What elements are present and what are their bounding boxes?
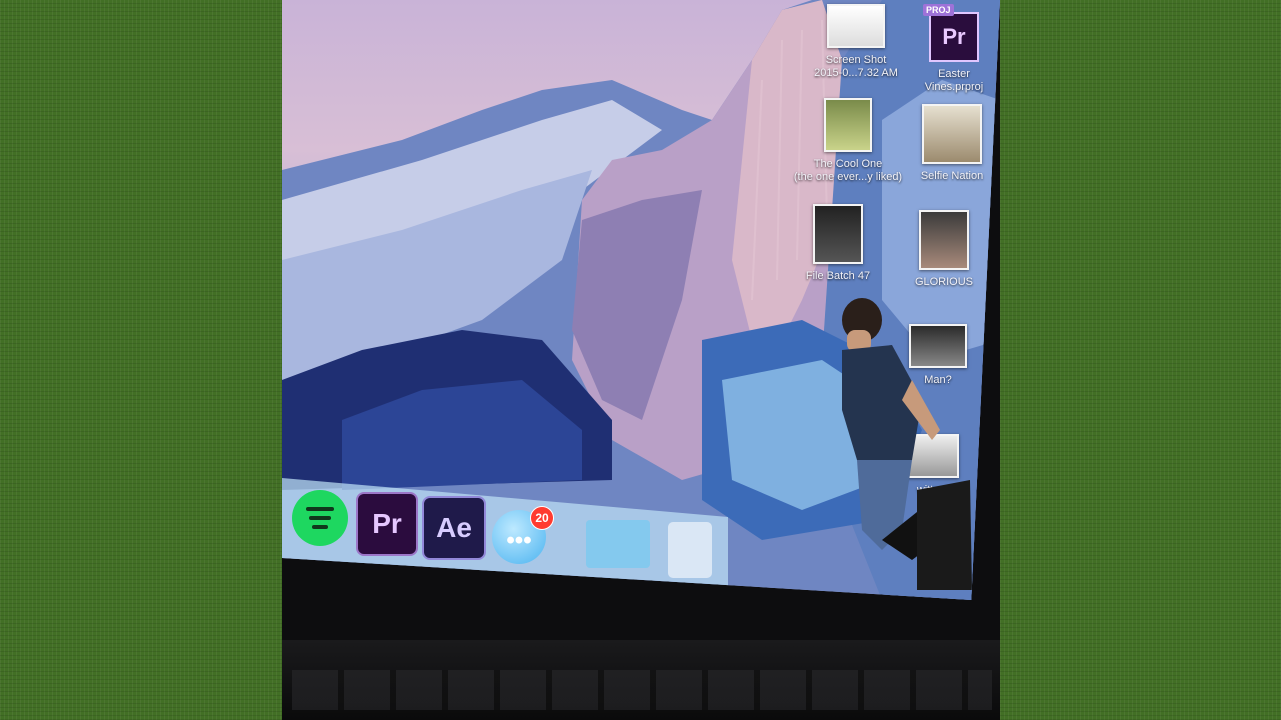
green-backdrop-left [0,0,282,720]
spotify-icon[interactable] [292,490,348,546]
folder-icon[interactable] [586,520,650,568]
premiere-glyph: Pr [372,508,402,539]
selfie-nation-thumbnail [922,104,982,164]
screenshot-thumbnail [827,4,885,48]
person-overlay [842,298,972,590]
keyboard-keys [292,670,992,710]
icon-label: Easter Vines.prproj [924,68,984,93]
premiere-project-icon: PROJ Pr [923,4,979,62]
icon-label: Screen Shot 2015-0...7.32 AM [814,54,898,79]
desktop-file-glorious[interactable]: GLORIOUS [884,210,1000,289]
cool-one-thumbnail [824,98,872,152]
proj-badge: PROJ [923,4,954,16]
desktop-file-cool-one[interactable]: The Cool One (the one ever...y liked) [788,98,908,184]
desktop-file-batch[interactable]: File Batch 47 [778,204,898,283]
file-batch-thumbnail [813,204,863,264]
after-effects-icon[interactable]: Ae [422,496,486,560]
messages-badge: 20 [530,506,554,530]
desktop-file-selfie-nation[interactable]: Selfie Nation [892,104,1000,183]
pr-glyph: Pr [942,24,966,49]
laptop-photo: Screen Shot 2015-0...7.32 AM PROJ Pr Eas… [282,0,1000,720]
icon-label: File Batch 47 [805,270,871,282]
icon-label: GLORIOUS [914,276,974,288]
premiere-icon[interactable]: Pr [356,492,418,556]
glorious-thumbnail [919,210,969,270]
desktop-file-easter-vines[interactable]: PROJ Pr Easter Vines.prproj [894,4,1000,94]
icon-label: The Cool One (the one ever...y liked) [793,158,903,183]
trash-icon[interactable] [668,522,712,578]
desktop-screen: Screen Shot 2015-0...7.32 AM PROJ Pr Eas… [282,0,1000,600]
icon-label: Selfie Nation [920,170,984,182]
after-effects-glyph: Ae [436,512,472,543]
green-backdrop-right [1000,0,1281,720]
